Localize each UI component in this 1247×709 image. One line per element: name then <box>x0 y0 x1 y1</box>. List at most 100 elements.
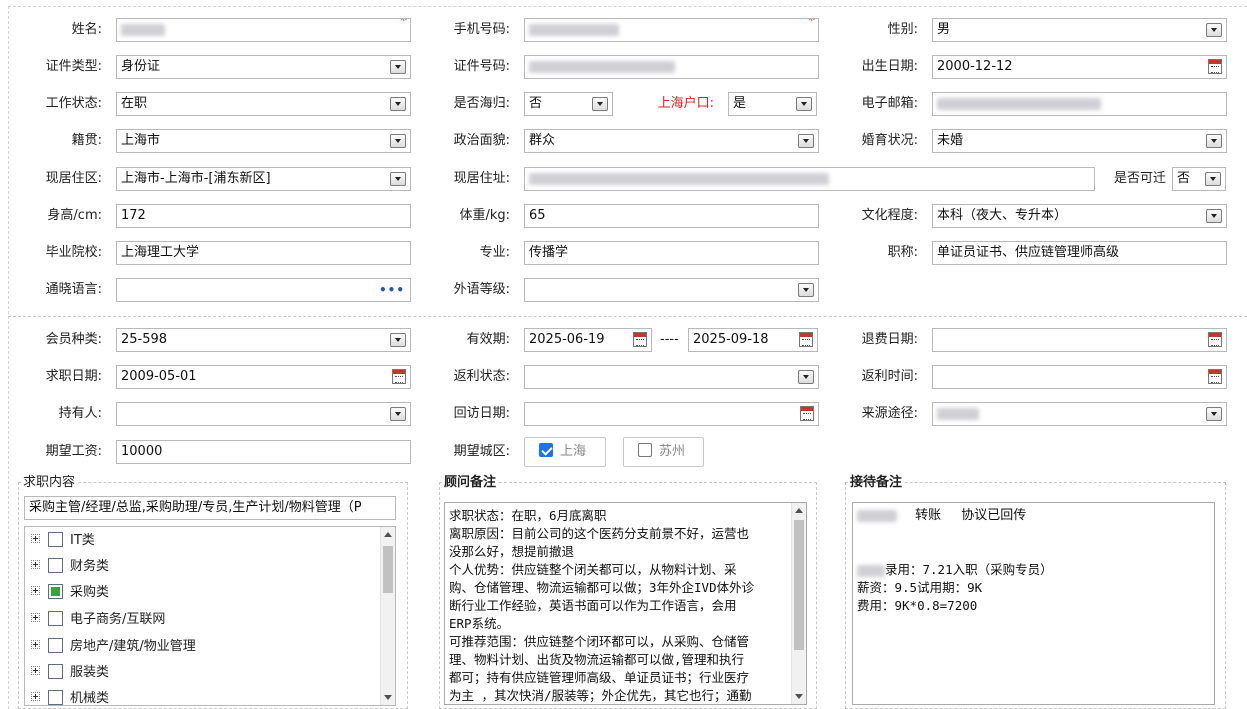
dropdown-arrow-icon[interactable] <box>798 370 814 384</box>
tree-item[interactable]: 财务类 <box>31 557 109 577</box>
shanghai-hukou-select[interactable]: 是 <box>728 92 817 116</box>
shanghai-hukou-label: 上海户口: <box>657 96 714 111</box>
calendar-icon[interactable] <box>633 332 647 347</box>
tree-item[interactable]: 服装类 <box>31 663 109 683</box>
foreign-level-select[interactable] <box>524 278 819 302</box>
dropdown-arrow-icon[interactable] <box>798 283 814 297</box>
calendar-icon[interactable] <box>1208 369 1222 384</box>
job-category-tree[interactable]: IT类 财务类 采购类 电子商务/互联网 房地产/建筑/物业管理 服装类 机械类 <box>24 526 396 706</box>
tree-expand-icon[interactable] <box>31 613 40 622</box>
dropdown-arrow-icon[interactable] <box>390 134 406 148</box>
dropdown-arrow-icon[interactable] <box>1206 134 1222 148</box>
dropdown-arrow-icon[interactable] <box>592 97 608 111</box>
job-selected-field[interactable]: 采购主管/经理/总监,采购助理/专员,生产计划/物料管理（P <box>24 496 396 520</box>
checkbox-checked-icon[interactable] <box>539 443 553 457</box>
tree-expand-icon[interactable] <box>31 586 40 595</box>
title-field[interactable]: 单证员证书、供应链管理师高级 <box>932 241 1227 265</box>
holder-select[interactable] <box>116 402 411 426</box>
dropdown-arrow-icon[interactable] <box>1206 23 1222 37</box>
checkbox-icon[interactable] <box>48 611 63 626</box>
validity-start-field[interactable]: 2025-06-19 <box>524 328 652 352</box>
scroll-up-icon[interactable] <box>384 532 392 537</box>
scroll-up-icon[interactable] <box>795 508 803 513</box>
id-number-field[interactable] <box>524 55 819 79</box>
notes-scrollbar[interactable] <box>791 503 806 704</box>
gender-select[interactable]: 男 <box>932 18 1227 42</box>
checkbox-icon[interactable] <box>48 638 63 653</box>
calendar-icon[interactable] <box>800 406 814 421</box>
marital-select[interactable]: 未婚 <box>932 129 1227 153</box>
native-place-select[interactable]: 上海市 <box>116 129 411 153</box>
email-field[interactable] <box>932 92 1227 116</box>
dropdown-arrow-icon[interactable] <box>1206 407 1222 421</box>
rebate-status-select[interactable] <box>524 365 819 389</box>
calendar-icon[interactable] <box>1208 332 1222 347</box>
tree-expand-icon[interactable] <box>31 640 40 649</box>
visit-date-field[interactable] <box>524 402 819 426</box>
phone-field[interactable]: * <box>524 18 819 42</box>
tree-expand-icon[interactable] <box>31 560 40 569</box>
checkbox-icon[interactable] <box>48 664 63 679</box>
calendar-icon[interactable] <box>392 369 406 384</box>
relocatable-select[interactable]: 否 <box>1172 167 1226 191</box>
returnee-select[interactable]: 否 <box>524 92 613 116</box>
validity-end-field[interactable]: 2025-09-18 <box>688 328 818 352</box>
job-date-field[interactable]: 2009-05-01 <box>116 365 411 389</box>
salary-field[interactable]: 10000 <box>116 440 411 464</box>
dropdown-arrow-icon[interactable] <box>390 407 406 421</box>
education-select[interactable]: 本科（夜大、专升本） <box>932 204 1227 228</box>
residence-address-label: 现居住址: <box>453 171 510 186</box>
refund-date-field[interactable] <box>932 328 1227 352</box>
id-type-select[interactable]: 身份证 <box>116 55 411 79</box>
dropdown-arrow-icon[interactable] <box>390 172 406 186</box>
calendar-icon[interactable] <box>799 332 813 347</box>
dropdown-arrow-icon[interactable] <box>1206 209 1222 223</box>
dropdown-arrow-icon[interactable] <box>390 97 406 111</box>
school-field[interactable]: 上海理工大学 <box>116 241 411 265</box>
work-status-select[interactable]: 在职 <box>116 92 411 116</box>
tree-item[interactable]: IT类 <box>31 531 95 551</box>
birth-date-field[interactable]: 2000-12-12 <box>932 55 1227 79</box>
dropdown-arrow-icon[interactable] <box>390 60 406 74</box>
scroll-down-icon[interactable] <box>384 695 392 700</box>
consultant-notes-textarea[interactable]: 求职状态：在职，6月底离职 离职原因：目前公司的这个医药分支前景不好，运营也 没… <box>444 502 807 705</box>
name-field[interactable]: * <box>116 18 411 42</box>
scroll-thumb[interactable] <box>383 546 393 593</box>
dropdown-arrow-icon[interactable] <box>796 97 812 111</box>
dropdown-arrow-icon[interactable] <box>1205 172 1221 186</box>
tree-expand-icon[interactable] <box>31 666 40 675</box>
tree-scrollbar[interactable] <box>380 527 395 705</box>
residence-area-select[interactable]: 上海市-上海市-[浦东新区] <box>116 167 411 191</box>
weight-field[interactable]: 65 <box>524 204 819 228</box>
scroll-down-icon[interactable] <box>795 694 803 699</box>
checkbox-icon[interactable] <box>48 558 63 573</box>
tree-expand-icon[interactable] <box>31 692 40 701</box>
source-select[interactable] <box>932 402 1227 426</box>
checkbox-icon[interactable] <box>638 443 652 457</box>
member-type-select[interactable]: 25-598 <box>116 328 411 352</box>
scroll-thumb[interactable] <box>794 520 804 650</box>
city-option-suzhou[interactable]: 苏州 <box>623 437 704 467</box>
tree-expand-icon[interactable] <box>31 534 40 543</box>
ellipsis-icon[interactable]: ••• <box>379 279 405 301</box>
calendar-icon[interactable] <box>1208 59 1222 74</box>
languages-field[interactable]: ••• <box>116 278 411 302</box>
holder-label: 持有人: <box>58 406 102 421</box>
rebate-time-field[interactable] <box>932 365 1227 389</box>
tree-item[interactable]: 采购类 <box>31 583 109 603</box>
tree-item[interactable]: 机械类 <box>31 689 109 705</box>
residence-address-field[interactable] <box>524 167 1095 191</box>
reception-notes-textarea[interactable]: 转账 协议已回传 录用：7.21入职（采购专员） 薪资：9.5试用期：9K 费用… <box>852 502 1215 705</box>
checkbox-icon[interactable] <box>48 532 63 547</box>
height-field[interactable]: 172 <box>116 204 411 228</box>
major-field[interactable]: 传播学 <box>524 241 819 265</box>
city-option-shanghai[interactable]: 上海 <box>524 437 606 467</box>
political-select[interactable]: 群众 <box>524 129 819 153</box>
tree-item[interactable]: 房地产/建筑/物业管理 <box>31 637 196 657</box>
checkbox-icon[interactable] <box>48 690 63 705</box>
checkbox-partial-icon[interactable] <box>48 584 63 599</box>
validity-label: 有效期: <box>466 332 510 347</box>
tree-item[interactable]: 电子商务/互联网 <box>31 610 165 630</box>
dropdown-arrow-icon[interactable] <box>390 333 406 347</box>
dropdown-arrow-icon[interactable] <box>798 134 814 148</box>
